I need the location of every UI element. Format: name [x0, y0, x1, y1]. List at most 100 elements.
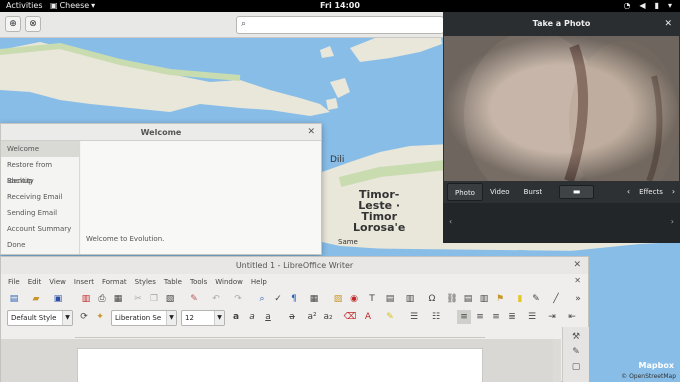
superscript-icon[interactable]: a²	[305, 310, 319, 324]
effects-prev-button[interactable]: ‹	[622, 183, 635, 201]
font-name-select[interactable]: Liberation Se ▼	[111, 310, 177, 326]
page-break-icon[interactable]: ▤	[383, 292, 397, 306]
paragraph-style-select[interactable]: Default Style ▼	[7, 310, 73, 326]
sidebar-item-done[interactable]: Done	[1, 237, 79, 253]
horizontal-ruler[interactable]	[75, 330, 485, 338]
effects-next-button[interactable]: ›	[667, 183, 680, 201]
align-center-icon[interactable]: ≡	[473, 310, 487, 324]
line-icon[interactable]: ╱	[549, 292, 563, 306]
paste-icon[interactable]: ▧	[163, 292, 177, 306]
menu-styles[interactable]: Styles	[131, 275, 160, 289]
menu-edit[interactable]: Edit	[24, 275, 46, 289]
font-size-select[interactable]: 12 ▼	[181, 310, 225, 326]
clock[interactable]: Fri 14:00	[0, 1, 680, 10]
spelling-icon[interactable]: ✓	[271, 292, 285, 306]
cut-icon[interactable]: ✂	[131, 292, 145, 306]
battery-icon: ▮	[654, 1, 659, 10]
menu-format[interactable]: Format	[98, 275, 131, 289]
menu-view[interactable]: View	[45, 275, 70, 289]
copy-icon[interactable]: ❐	[147, 292, 161, 306]
bookmark-icon[interactable]: ⚑	[493, 292, 507, 306]
properties-icon[interactable]: ⚒	[563, 332, 589, 342]
menu-file[interactable]: File	[4, 275, 24, 289]
gallery-icon[interactable]: ▢	[563, 362, 589, 372]
toolbar-overflow-icon[interactable]: »	[571, 292, 585, 306]
map-label-dili: Dili	[330, 155, 345, 165]
system-tray[interactable]: ◔ ◀ ▮ ▾	[623, 1, 672, 10]
insert-field-icon[interactable]: ▥	[403, 292, 417, 306]
comment-icon[interactable]: ▮	[513, 292, 527, 306]
track-changes-icon[interactable]: ✎	[529, 292, 543, 306]
line-spacing-icon[interactable]: ☰	[525, 310, 539, 324]
mode-photo-button[interactable]: Photo	[447, 183, 483, 201]
sidebar-item-account-summary[interactable]: Account Summary	[1, 221, 79, 237]
align-right-icon[interactable]: ≡	[489, 310, 503, 324]
take-photo-button[interactable]: ▬	[559, 185, 594, 199]
sidebar-item-identity[interactable]: Identity	[1, 173, 79, 189]
close-icon[interactable]: ✕	[573, 260, 581, 270]
export-pdf-icon[interactable]: ▥	[79, 292, 93, 306]
insert-table-icon[interactable]: ▦	[307, 292, 321, 306]
strikethrough-icon[interactable]: a	[285, 310, 299, 324]
document-page[interactable]	[77, 348, 483, 382]
find-replace-icon[interactable]: ⌕	[255, 292, 269, 306]
sidebar-item-welcome[interactable]: Welcome	[1, 141, 79, 157]
redo-icon[interactable]: ↷	[231, 292, 245, 306]
search-input[interactable]: ⌕	[236, 16, 444, 34]
numbered-list-icon[interactable]: ☷	[429, 310, 443, 324]
bullet-list-icon[interactable]: ☰	[407, 310, 421, 324]
menu-insert[interactable]: Insert	[70, 275, 98, 289]
print-preview-icon[interactable]: ▦	[111, 292, 125, 306]
close-icon[interactable]: ✕	[664, 19, 672, 29]
styles-icon[interactable]: ✎	[563, 347, 589, 357]
increase-indent-icon[interactable]: ⇥	[545, 310, 559, 324]
window-title: Take a Photo	[443, 12, 680, 36]
clear-formatting-icon[interactable]: ⌫	[343, 310, 357, 324]
undo-icon[interactable]: ↶	[209, 292, 223, 306]
mode-burst-button[interactable]: Burst	[517, 183, 550, 201]
footnote-icon[interactable]: ▤	[461, 292, 475, 306]
thumbnail-strip: ‹ ›	[443, 203, 680, 243]
print-icon[interactable]: ⎙	[95, 292, 109, 306]
new-document-icon[interactable]: ▤	[7, 292, 21, 306]
layers-button[interactable]: ⊗	[25, 16, 41, 32]
subscript-icon[interactable]: a₂	[321, 310, 335, 324]
insert-image-icon[interactable]: ▨	[331, 292, 345, 306]
close-document-icon[interactable]: ✕	[574, 276, 581, 285]
highlight-color-icon[interactable]: ✎	[383, 310, 397, 324]
align-left-icon[interactable]: ≡	[457, 310, 471, 324]
endnote-icon[interactable]: ▥	[477, 292, 491, 306]
new-style-icon[interactable]: ✦	[93, 310, 107, 324]
save-icon[interactable]: ▣	[51, 292, 65, 306]
bold-icon[interactable]: a	[229, 310, 243, 324]
menu-window[interactable]: Window	[211, 275, 247, 289]
clone-formatting-icon[interactable]: ✎	[187, 292, 201, 306]
locate-button[interactable]: ⊕	[5, 16, 21, 32]
scroll-right-icon[interactable]: ›	[671, 217, 674, 226]
formatting-marks-icon[interactable]: ¶	[287, 292, 301, 306]
hyperlink-icon[interactable]: ⛓	[445, 292, 459, 306]
sidebar-item-receiving-email[interactable]: Receiving Email	[1, 189, 79, 205]
menu-table[interactable]: Table	[160, 275, 186, 289]
menu-help[interactable]: Help	[247, 275, 271, 289]
decrease-indent-icon[interactable]: ⇤	[565, 310, 579, 324]
font-color-icon[interactable]: A	[361, 310, 375, 324]
vertical-scrollbar[interactable]	[553, 339, 561, 382]
italic-icon[interactable]: a	[245, 310, 259, 324]
sidebar-item-sending-email[interactable]: Sending Email	[1, 205, 79, 221]
welcome-content: Welcome to Evolution.	[81, 141, 321, 254]
mode-video-button[interactable]: Video	[483, 183, 517, 201]
scroll-left-icon[interactable]: ‹	[449, 217, 452, 226]
effects-button[interactable]: Effects	[635, 183, 667, 201]
close-icon[interactable]: ✕	[307, 127, 315, 137]
special-character-icon[interactable]: Ω	[425, 292, 439, 306]
open-icon[interactable]: ▰	[29, 292, 43, 306]
justify-icon[interactable]: ≣	[505, 310, 519, 324]
insert-chart-icon[interactable]: ◉	[347, 292, 361, 306]
update-style-icon[interactable]: ⟳	[77, 310, 91, 324]
osm-credit[interactable]: © OpenStreetMap	[621, 373, 676, 380]
insert-textbox-icon[interactable]: T	[365, 292, 379, 306]
sidebar-item-restore[interactable]: Restore from Backup	[1, 157, 79, 185]
underline-icon[interactable]: a	[261, 310, 275, 324]
menu-tools[interactable]: Tools	[186, 275, 211, 289]
